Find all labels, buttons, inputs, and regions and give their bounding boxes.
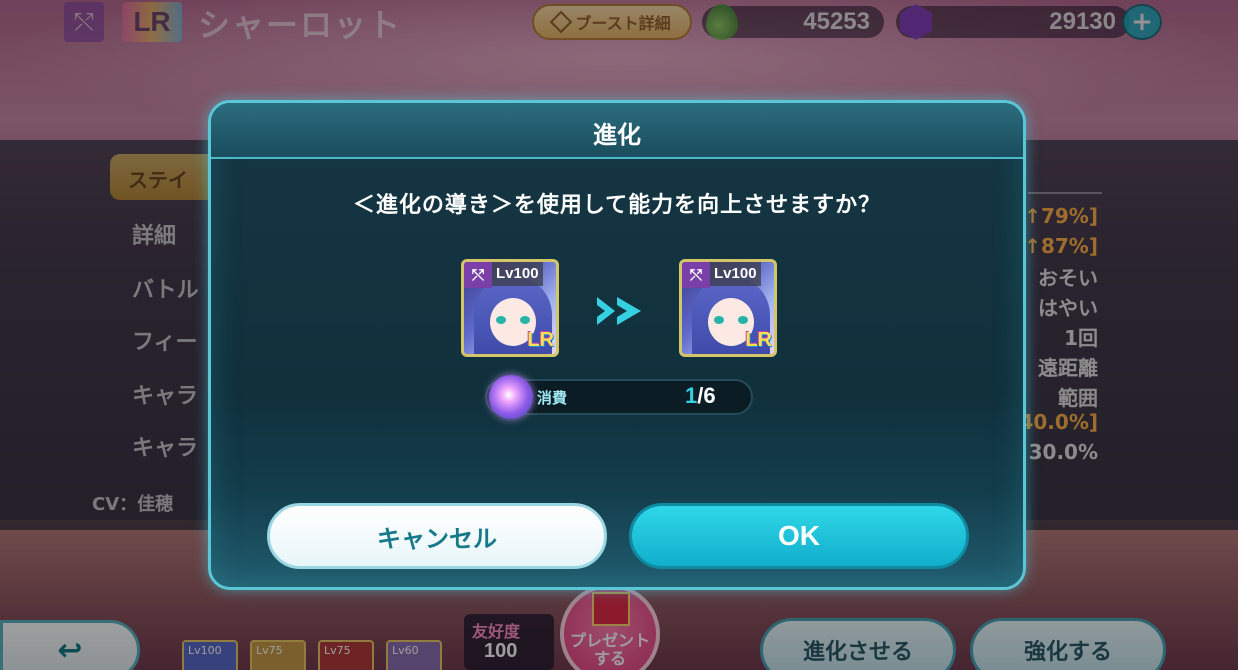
double-chevron-right-icon <box>597 297 641 325</box>
cancel-button[interactable]: キャンセル <box>267 503 607 569</box>
card-eye <box>714 316 724 324</box>
card-level: Lv100 <box>492 262 543 286</box>
card-eye <box>496 316 506 324</box>
card-eye <box>520 316 530 324</box>
card-level: Lv100 <box>710 262 761 286</box>
card-rarity: LR <box>527 329 554 351</box>
evolution-guide-orb-icon <box>489 375 533 419</box>
ok-button[interactable]: OK <box>629 503 969 569</box>
card-after: ⤲ Lv100 LR <box>679 259 777 357</box>
consume-count: 1/6 <box>685 383 745 409</box>
dialog-question: ＜進化の導き＞を使用して能力を向上させますか？ <box>352 193 882 218</box>
card-eye <box>738 316 748 324</box>
evolution-dialog: 進化 ＜進化の導き＞を使用して能力を向上させますか？ ⤲ Lv100 LR ⤲ … <box>208 100 1026 590</box>
dialog-header: 進化 <box>211 103 1023 159</box>
dialog-title: 進化 <box>593 121 641 149</box>
card-rarity: LR <box>745 329 772 351</box>
bow-icon: ⤲ <box>464 262 492 288</box>
bow-icon: ⤲ <box>682 262 710 288</box>
consume-current: 1 <box>685 383 698 408</box>
consume-total: /6 <box>697 383 716 408</box>
consume-label: 消費 <box>537 389 568 407</box>
card-before: ⤲ Lv100 LR <box>461 259 559 357</box>
